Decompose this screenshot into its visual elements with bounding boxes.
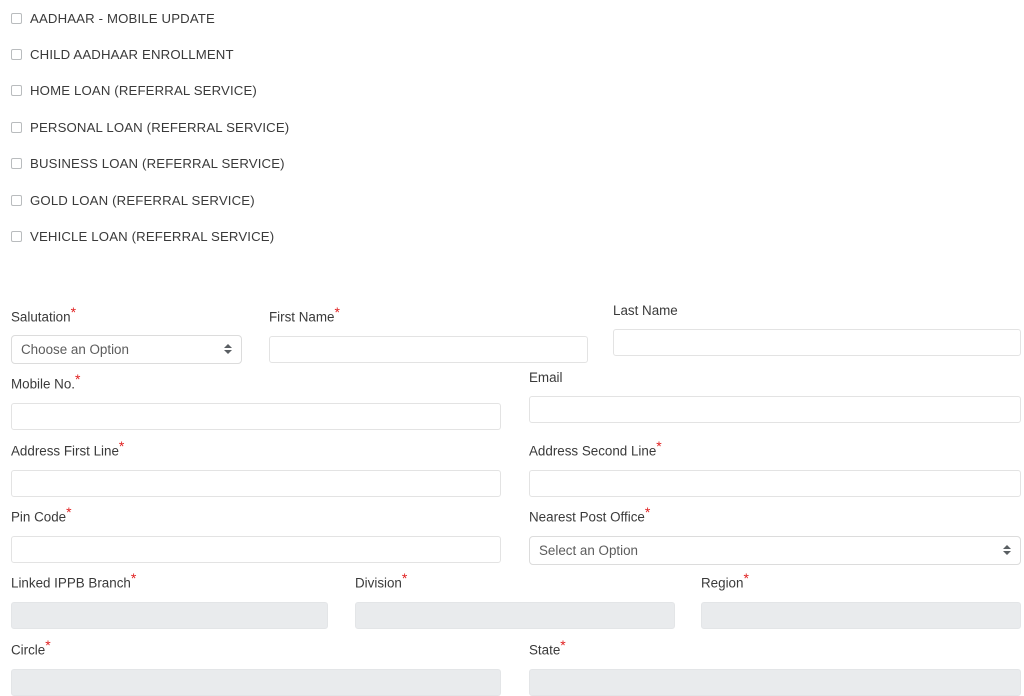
field-nearest-post-office: Nearest Post Office* Select an Option [529, 504, 1021, 565]
required-asterisk: * [656, 438, 662, 454]
required-asterisk: * [118, 438, 125, 454]
field-label-division: Division* [355, 570, 408, 591]
required-asterisk: * [70, 304, 77, 320]
address-second-line-input[interactable] [529, 469, 1021, 497]
field-circle: Circle* [11, 637, 501, 696]
first-name-input[interactable] [269, 335, 588, 363]
updown-stepper-icon [223, 336, 232, 363]
mobile-no-input[interactable] [11, 402, 501, 430]
field-label-region: Region* [701, 570, 749, 591]
linked-ippb-branch-input [11, 601, 328, 629]
field-label-salutation: Salutation* [11, 304, 77, 325]
field-pin-code: Pin Code* [11, 504, 501, 563]
required-asterisk: * [45, 637, 51, 653]
nearest-post-office-select[interactable]: Select an Option [529, 535, 1021, 565]
field-linked-ippb-branch: Linked IPPB Branch* [11, 570, 328, 629]
field-label-last-name: Last Name [613, 303, 678, 318]
field-last-name: Last Name [613, 303, 1021, 357]
required-asterisk: * [401, 570, 408, 586]
field-region: Region* [701, 570, 1021, 629]
field-label-address-second-line: Address Second Line* [529, 438, 662, 459]
field-email: Email [529, 370, 1021, 424]
required-asterisk: * [130, 570, 137, 586]
required-asterisk: * [66, 504, 72, 520]
required-asterisk: * [75, 371, 81, 387]
nearest-post-office-select-value: Select an Option [539, 542, 639, 558]
salutation-select[interactable]: Choose an Option [11, 334, 242, 364]
field-label-first-name: First Name* [269, 304, 340, 325]
field-label-mobile-no: Mobile No.* [11, 371, 81, 392]
field-label-nearest-post-office: Nearest Post Office* [529, 504, 651, 525]
field-label-email: Email [529, 370, 563, 385]
required-asterisk: * [334, 304, 340, 320]
required-asterisk: * [560, 637, 566, 653]
field-label-circle: Circle* [11, 637, 51, 658]
email-input[interactable] [529, 396, 1021, 424]
pin-code-input[interactable] [11, 535, 501, 563]
salutation-select-value: Choose an Option [21, 341, 129, 357]
state-input [529, 668, 1021, 696]
customer-details-form: Salutation* Choose an Option First Name*… [0, 0, 1024, 696]
field-label-address-first-line: Address First Line* [11, 438, 125, 459]
field-address-first-line: Address First Line* [11, 438, 501, 497]
field-state: State* [529, 637, 1021, 696]
field-label-linked-ippb-branch: Linked IPPB Branch* [11, 570, 137, 591]
last-name-input[interactable] [613, 329, 1021, 357]
region-input [701, 601, 1021, 629]
division-input [355, 601, 675, 629]
field-mobile-no: Mobile No.* [11, 371, 501, 430]
required-asterisk: * [644, 504, 651, 520]
address-first-line-input[interactable] [11, 469, 501, 497]
circle-input [11, 668, 501, 696]
field-first-name: First Name* [269, 304, 588, 363]
updown-stepper-icon [1002, 537, 1011, 564]
required-asterisk: * [743, 570, 749, 586]
field-label-state: State* [529, 637, 566, 658]
field-address-second-line: Address Second Line* [529, 438, 1021, 497]
field-division: Division* [355, 570, 675, 629]
field-label-pin-code: Pin Code* [11, 504, 72, 525]
field-salutation: Salutation* Choose an Option [11, 304, 242, 364]
